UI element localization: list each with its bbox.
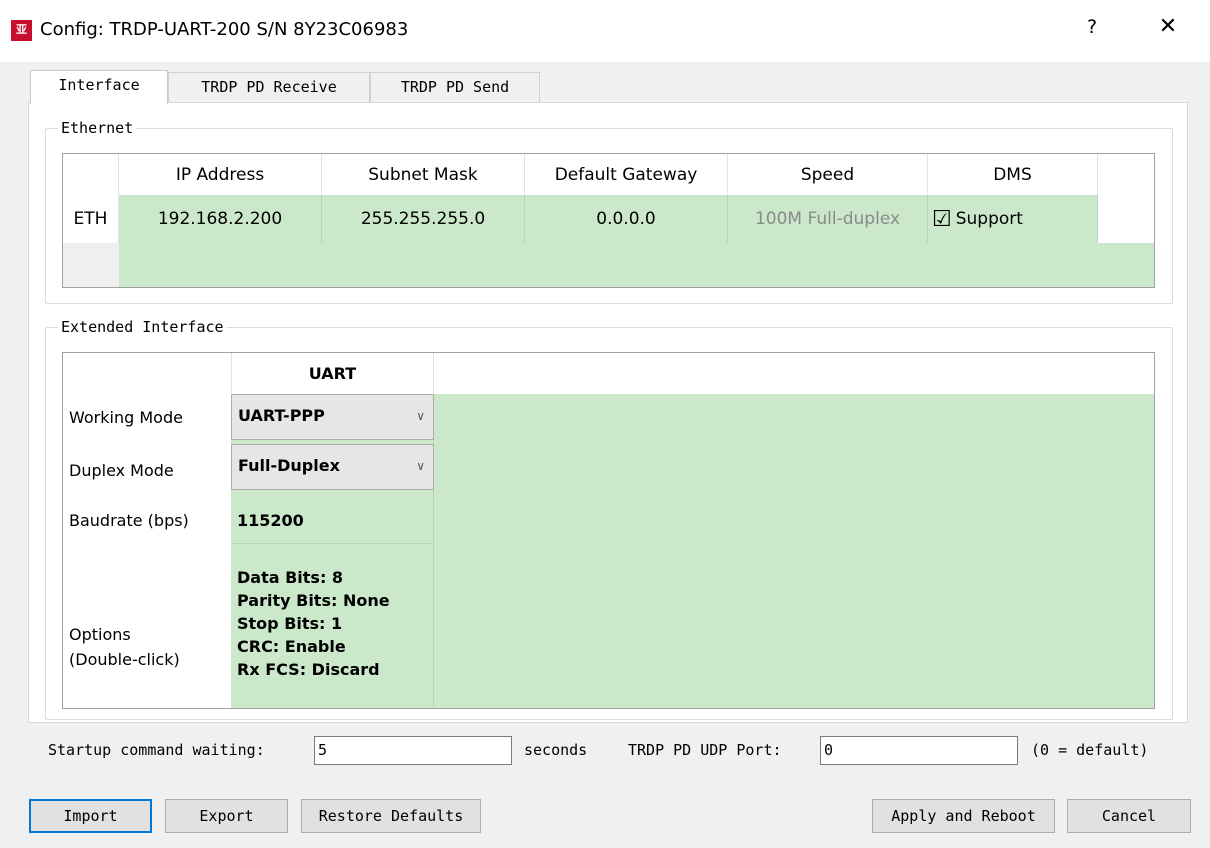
udp-port-input[interactable]: 0 — [820, 736, 1018, 765]
column-divider — [433, 394, 434, 708]
restore-defaults-button[interactable]: Restore Defaults — [301, 799, 481, 833]
tab-trdp-pd-receive[interactable]: TRDP PD Receive — [168, 72, 370, 103]
startup-command-input[interactable]: 5 — [314, 736, 512, 765]
empty-row-header — [63, 243, 119, 287]
options-hint-label: (Double-click) — [69, 650, 180, 669]
help-button[interactable]: ? — [1080, 16, 1104, 38]
seconds-label: seconds — [524, 741, 588, 759]
options-values[interactable]: Data Bits: 8 Parity Bits: None Stop Bits… — [237, 566, 390, 681]
dms-checkbox-icon[interactable]: ☑ — [932, 207, 952, 232]
subnet-mask-cell[interactable]: 255.255.255.0 — [322, 195, 525, 243]
tab-trdp-pd-send[interactable]: TRDP PD Send — [370, 72, 540, 103]
row-divider — [231, 543, 434, 544]
column-header-speed: Speed — [728, 154, 928, 195]
working-mode-label: Working Mode — [69, 408, 183, 427]
header-filler — [1098, 154, 1154, 195]
rx-fcs-option: Rx FCS: Discard — [237, 660, 380, 679]
tab-interface[interactable]: Interface — [30, 70, 168, 104]
baudrate-value[interactable]: 115200 — [237, 511, 304, 530]
startup-command-label: Startup command waiting: — [48, 741, 265, 759]
baudrate-label: Baudrate (bps) — [69, 511, 189, 530]
column-header-gateway: Default Gateway — [525, 154, 728, 195]
working-mode-dropdown[interactable]: UART-PPP ∨ — [231, 394, 434, 440]
ethernet-table[interactable]: IP Address Subnet Mask Default Gateway S… — [62, 153, 1155, 288]
row-header-eth: ETH — [63, 195, 119, 243]
extended-interface-table[interactable]: UART Working Mode Duplex Mode Baudrate (… — [62, 352, 1155, 709]
export-button[interactable]: Export — [165, 799, 288, 833]
column-header-subnet: Subnet Mask — [322, 154, 525, 195]
working-mode-value: UART-PPP — [238, 406, 325, 425]
udp-port-hint: (0 = default) — [1031, 741, 1149, 759]
duplex-mode-dropdown[interactable]: Full-Duplex ∨ — [231, 444, 434, 490]
udp-port-label: TRDP PD UDP Port: — [628, 741, 782, 759]
apply-and-reboot-button[interactable]: Apply and Reboot — [872, 799, 1055, 833]
cancel-button[interactable]: Cancel — [1067, 799, 1191, 833]
app-logo-icon: 亚 — [11, 20, 32, 41]
stop-bits-option: Stop Bits: 1 — [237, 614, 343, 633]
duplex-mode-label: Duplex Mode — [69, 461, 174, 480]
data-bits-option: Data Bits: 8 — [237, 568, 344, 587]
extended-interface-group-title: Extended Interface — [58, 318, 227, 336]
duplex-mode-value: Full-Duplex — [238, 456, 340, 475]
ethernet-group-title: Ethernet — [58, 119, 137, 137]
empty-area — [119, 243, 1154, 287]
dms-support-label: Support — [955, 209, 1023, 229]
corner-header — [63, 154, 119, 195]
corner-header — [63, 353, 231, 394]
ip-address-cell[interactable]: 192.168.2.200 — [119, 195, 322, 243]
dms-cell[interactable]: ☑ Support — [928, 195, 1098, 243]
import-button[interactable]: Import — [29, 799, 152, 833]
default-gateway-cell[interactable]: 0.0.0.0 — [525, 195, 728, 243]
column-header-uart: UART — [231, 353, 434, 394]
speed-cell: 100M Full-duplex — [728, 195, 928, 243]
window-title: Config: TRDP-UART-200 S/N 8Y23C06983 — [40, 19, 409, 40]
close-button[interactable]: ✕ — [1155, 14, 1181, 39]
chevron-down-icon: ∨ — [416, 409, 425, 423]
crc-option: CRC: Enable — [237, 637, 346, 656]
options-label: Options — [69, 625, 131, 644]
column-header-ip: IP Address — [119, 154, 322, 195]
parity-bits-option: Parity Bits: None — [237, 591, 390, 610]
chevron-down-icon: ∨ — [416, 459, 425, 473]
title-bar: 亚 Config: TRDP-UART-200 S/N 8Y23C06983 ?… — [0, 0, 1210, 62]
column-header-dms: DMS — [928, 154, 1098, 195]
